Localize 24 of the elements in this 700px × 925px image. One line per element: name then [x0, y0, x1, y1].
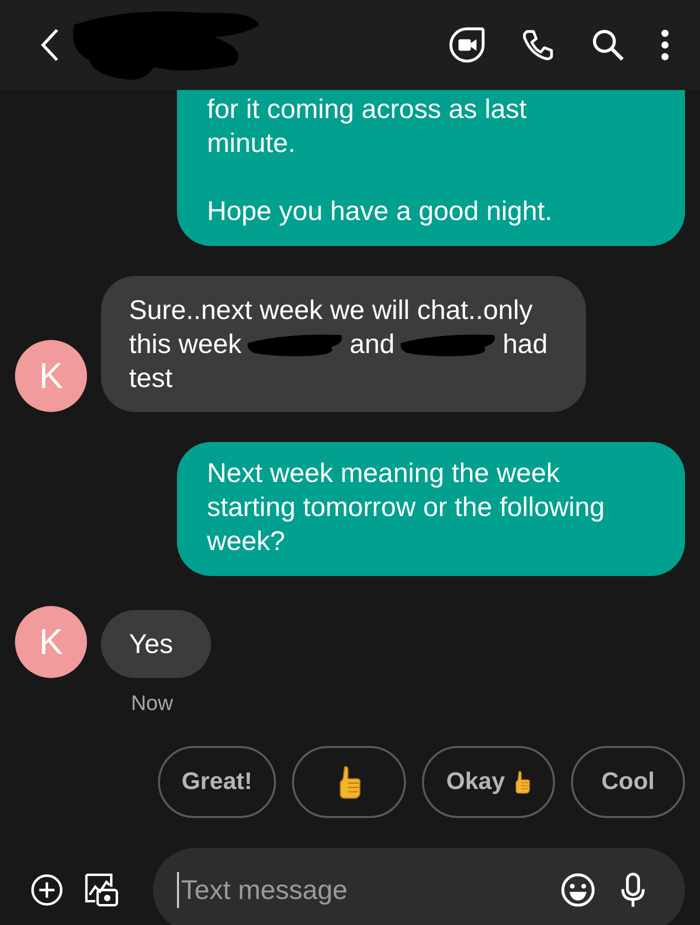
- message-text: Sure..next week we will chat..only: [129, 294, 533, 327]
- message-text: Next week meaning the week starting tomorrow or the following week?: [207, 457, 606, 558]
- message-text: test: [129, 362, 173, 395]
- message-time: Now: [131, 692, 174, 716]
- phone-icon[interactable]: [520, 27, 556, 63]
- suggestion-chip[interactable]: [292, 746, 406, 818]
- message-field[interactable]: Text message: [153, 848, 685, 925]
- video-call-icon[interactable]: [448, 26, 486, 64]
- suggestion-chip[interactable]: Great!: [158, 746, 276, 818]
- message-text: had: [502, 328, 548, 361]
- message-input-field[interactable]: Text message: [179, 874, 537, 906]
- message-text: for it coming across as last minute.: [207, 93, 528, 160]
- thumbs-up-icon: [513, 769, 531, 795]
- suggestion-chip[interactable]: Cool: [571, 746, 685, 818]
- suggestion-chip[interactable]: Okay: [422, 746, 555, 818]
- message-text: and: [350, 328, 395, 361]
- message-text: Yes: [129, 628, 174, 661]
- back-icon[interactable]: [40, 28, 60, 62]
- more-icon[interactable]: [660, 27, 670, 63]
- microphone-icon[interactable]: [619, 871, 647, 909]
- message-text: this week: [129, 328, 242, 361]
- message-text: Hope you have a good night.: [207, 195, 554, 228]
- search-icon[interactable]: [590, 27, 626, 63]
- emoji-icon[interactable]: [559, 871, 597, 909]
